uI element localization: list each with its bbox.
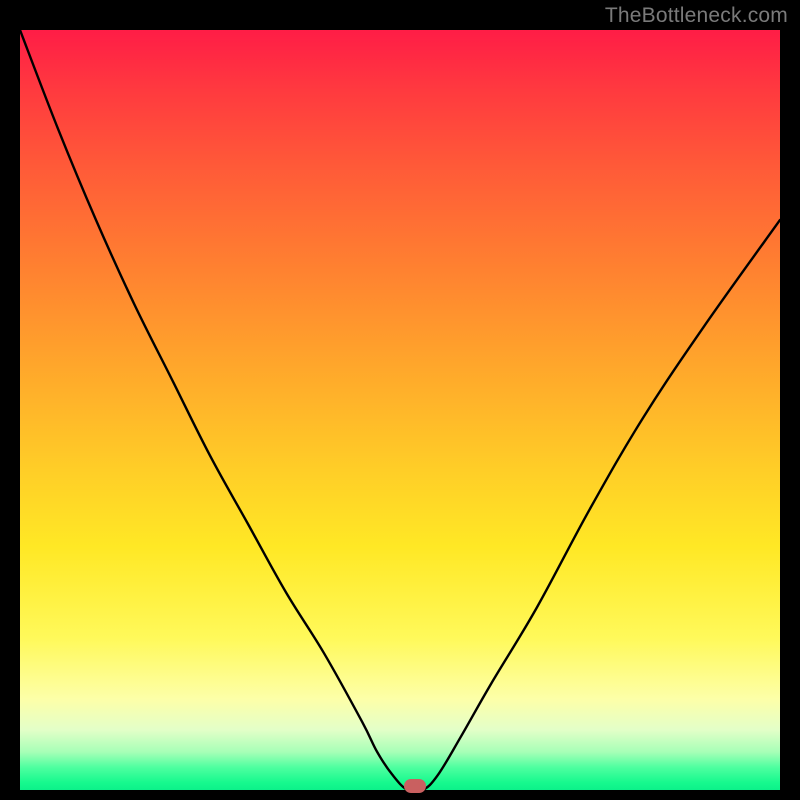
watermark-text: TheBottleneck.com	[605, 4, 788, 28]
optimal-marker	[404, 779, 426, 793]
curve-path	[20, 30, 780, 790]
plot-area	[20, 30, 780, 790]
bottleneck-curve	[20, 30, 780, 790]
chart-frame: TheBottleneck.com	[0, 0, 800, 800]
